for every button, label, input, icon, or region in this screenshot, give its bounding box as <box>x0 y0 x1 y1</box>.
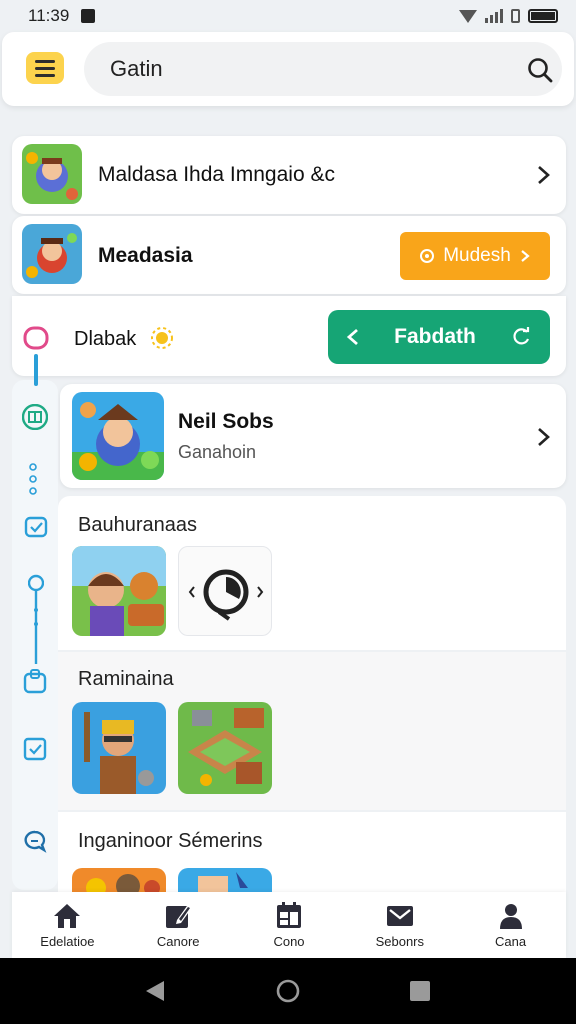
game-thumbnail[interactable] <box>72 702 166 794</box>
mudesh-button[interactable]: Mudesh <box>400 232 550 280</box>
nav-label: Canore <box>156 933 200 949</box>
item-subtitle: Ganahoin <box>178 442 257 462</box>
game-thumbnail <box>22 144 82 204</box>
fabdath-button[interactable]: Fabdath <box>328 310 550 364</box>
featured-game-card[interactable]: Neil Sobs Ganahoin <box>60 384 566 488</box>
profile-icon <box>499 903 522 929</box>
settings-icon <box>420 249 435 263</box>
game-thumbnail <box>72 392 164 480</box>
slider-icon[interactable] <box>28 574 44 666</box>
chevron-right-icon <box>521 250 530 262</box>
system-navigation-bar <box>0 958 576 1024</box>
nav-item-calendar[interactable]: Cono <box>234 892 345 958</box>
section-title: Raminaina <box>78 668 174 690</box>
checklist-icon[interactable] <box>24 514 50 540</box>
game-thumbnail[interactable] <box>178 868 272 892</box>
item-title: Maldasa Ihda Imngaio &c <box>98 163 335 186</box>
status-bar: 11:39 <box>0 0 576 32</box>
recents-icon[interactable] <box>409 980 431 1002</box>
game-thumbnail <box>22 224 82 284</box>
top-app-bar <box>2 32 574 106</box>
sun-icon <box>151 327 173 349</box>
list-item-card[interactable]: Maldasa Ihda Imngaio &c <box>12 136 566 214</box>
section-raminaina: Raminaina <box>58 652 566 810</box>
home-icon <box>54 903 81 928</box>
nav-label: Sebonrs <box>375 933 424 949</box>
status-time: 11:39 <box>28 6 70 25</box>
home-button-icon[interactable] <box>275 978 301 1004</box>
item-title: Dlabak <box>74 328 137 350</box>
folder-icon[interactable] <box>22 668 48 694</box>
fabdath-button-label: Fabdath <box>394 325 476 348</box>
signal-icon <box>485 9 503 23</box>
nav-label: Cana <box>495 933 527 949</box>
wifi-icon <box>459 9 477 23</box>
checkbox-icon[interactable] <box>22 736 48 762</box>
game-thumbnail[interactable] <box>178 702 272 794</box>
search-bar[interactable] <box>84 42 562 96</box>
game-thumbnail[interactable] <box>72 546 166 636</box>
nav-item-profile[interactable]: Cana <box>455 892 566 958</box>
book-icon[interactable] <box>22 404 48 430</box>
back-icon[interactable] <box>144 979 166 1003</box>
refresh-icon <box>513 327 530 345</box>
rail-indicator <box>34 354 38 386</box>
nav-label: Cono <box>273 933 305 949</box>
nav-item-home[interactable]: Edelatioe <box>12 892 123 958</box>
section-bauhuranaas: Bauhuranaas <box>58 496 566 650</box>
nav-item-edit[interactable]: Canore <box>123 892 234 958</box>
chevron-right-icon[interactable] <box>532 164 554 186</box>
chat-icon[interactable] <box>22 828 48 854</box>
hamburger-menu-icon[interactable] <box>26 52 64 84</box>
mail-icon <box>386 905 413 926</box>
mudesh-button-label: Mudesh <box>443 245 511 266</box>
item-title: Meadasia <box>98 244 193 267</box>
section-title: Bauhuranaas <box>78 514 197 536</box>
bottom-navigation: Edelatioe Canore Cono Sebonrs Cana <box>12 892 566 958</box>
timer-icon <box>188 569 264 621</box>
chevron-left-icon <box>346 328 358 346</box>
chevron-right-icon[interactable] <box>532 426 554 448</box>
status-icons <box>459 9 558 23</box>
section-title: Inganinoor Sémerins <box>78 830 263 852</box>
toggle-icon[interactable] <box>22 324 50 352</box>
notification-icon <box>81 9 96 23</box>
item-title: Neil Sobs <box>178 410 274 433</box>
search-input[interactable] <box>110 54 490 84</box>
edit-icon <box>166 905 192 928</box>
timer-tile[interactable] <box>178 546 272 636</box>
dots-icon <box>29 463 37 495</box>
sim-icon <box>511 9 520 23</box>
nav-item-mail[interactable]: Sebonrs <box>344 892 455 958</box>
section-inganinoor: Inganinoor Sémerins <box>58 812 566 892</box>
calendar-icon <box>276 901 301 928</box>
search-icon[interactable] <box>526 56 554 84</box>
battery-icon <box>528 9 558 23</box>
game-thumbnail[interactable] <box>72 868 166 892</box>
nav-label: Edelatioe <box>40 933 95 949</box>
